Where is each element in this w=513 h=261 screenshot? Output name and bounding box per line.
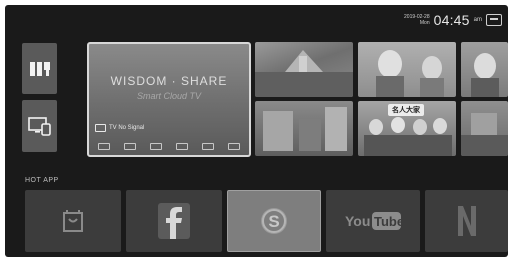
netflix-icon [425, 190, 508, 252]
am-pm: am [473, 17, 482, 23]
tv-launcher-screen: 2019-02-28 Mon 04:45 am WISDOM · SHARE S… [5, 5, 508, 257]
input-source-icon[interactable] [98, 142, 110, 150]
skype-icon: S [228, 191, 320, 251]
hot-app-netflix[interactable] [425, 190, 508, 252]
hot-app-store[interactable] [25, 190, 121, 252]
input-source-icon[interactable] [124, 142, 136, 150]
input-source-icon[interactable] [150, 142, 162, 150]
weekday-text: Mon [419, 20, 430, 26]
hot-app-skype[interactable]: S [227, 190, 321, 252]
media-thumbnail-tile[interactable] [255, 42, 353, 97]
svg-text:Tube: Tube [374, 214, 401, 229]
guide-icon [22, 43, 57, 94]
media-thumbnail-tile[interactable] [461, 101, 508, 156]
show-title-badge: 名人大家 [388, 104, 424, 116]
landmark-image [255, 50, 353, 97]
scene-image [461, 113, 508, 156]
tv-icon [95, 124, 106, 132]
input-source-icon[interactable] [228, 142, 240, 150]
tv-card-subtitle: Smart Cloud TV [136, 91, 202, 101]
screen-mirror-icon [22, 100, 57, 152]
facebook-icon [126, 190, 222, 252]
media-thumbnail-tile[interactable] [255, 101, 353, 156]
tv-input-source-row [91, 141, 247, 151]
tv-signal-status: TV No Signal [95, 124, 144, 132]
portrait-image [471, 53, 499, 97]
building-image [263, 107, 347, 151]
tv-signal-text: TV No Signal [109, 125, 145, 131]
tv-input-card[interactable]: WISDOM · SHARE Smart Cloud TV TV No Sign… [87, 42, 251, 157]
svg-text:You: You [345, 213, 370, 229]
network-icon [486, 14, 502, 26]
app-tile-guide[interactable] [22, 43, 57, 94]
clock: 04:45 [433, 12, 470, 28]
media-thumbnail-tile[interactable] [358, 42, 456, 97]
hot-app-facebook[interactable] [126, 190, 222, 252]
media-thumbnail-tile[interactable] [461, 42, 508, 97]
date-block: 2019-02-28 Mon [404, 14, 430, 26]
store-icon [25, 190, 121, 252]
input-source-icon[interactable] [202, 142, 214, 150]
hot-app-youtube[interactable]: You Tube [326, 190, 420, 252]
input-source-icon[interactable] [176, 142, 188, 150]
tv-card-title: WISDOM · SHARE [110, 74, 228, 88]
status-bar: 2019-02-28 Mon 04:45 am [404, 11, 502, 29]
youtube-icon: You Tube [326, 190, 420, 252]
hot-app-label: HOT APP [25, 177, 59, 184]
svg-text:S: S [268, 212, 279, 231]
app-tile-screen-mirror[interactable] [22, 100, 57, 152]
portrait-image [376, 50, 444, 97]
media-thumbnail-tile[interactable]: 名人大家 [358, 101, 456, 156]
